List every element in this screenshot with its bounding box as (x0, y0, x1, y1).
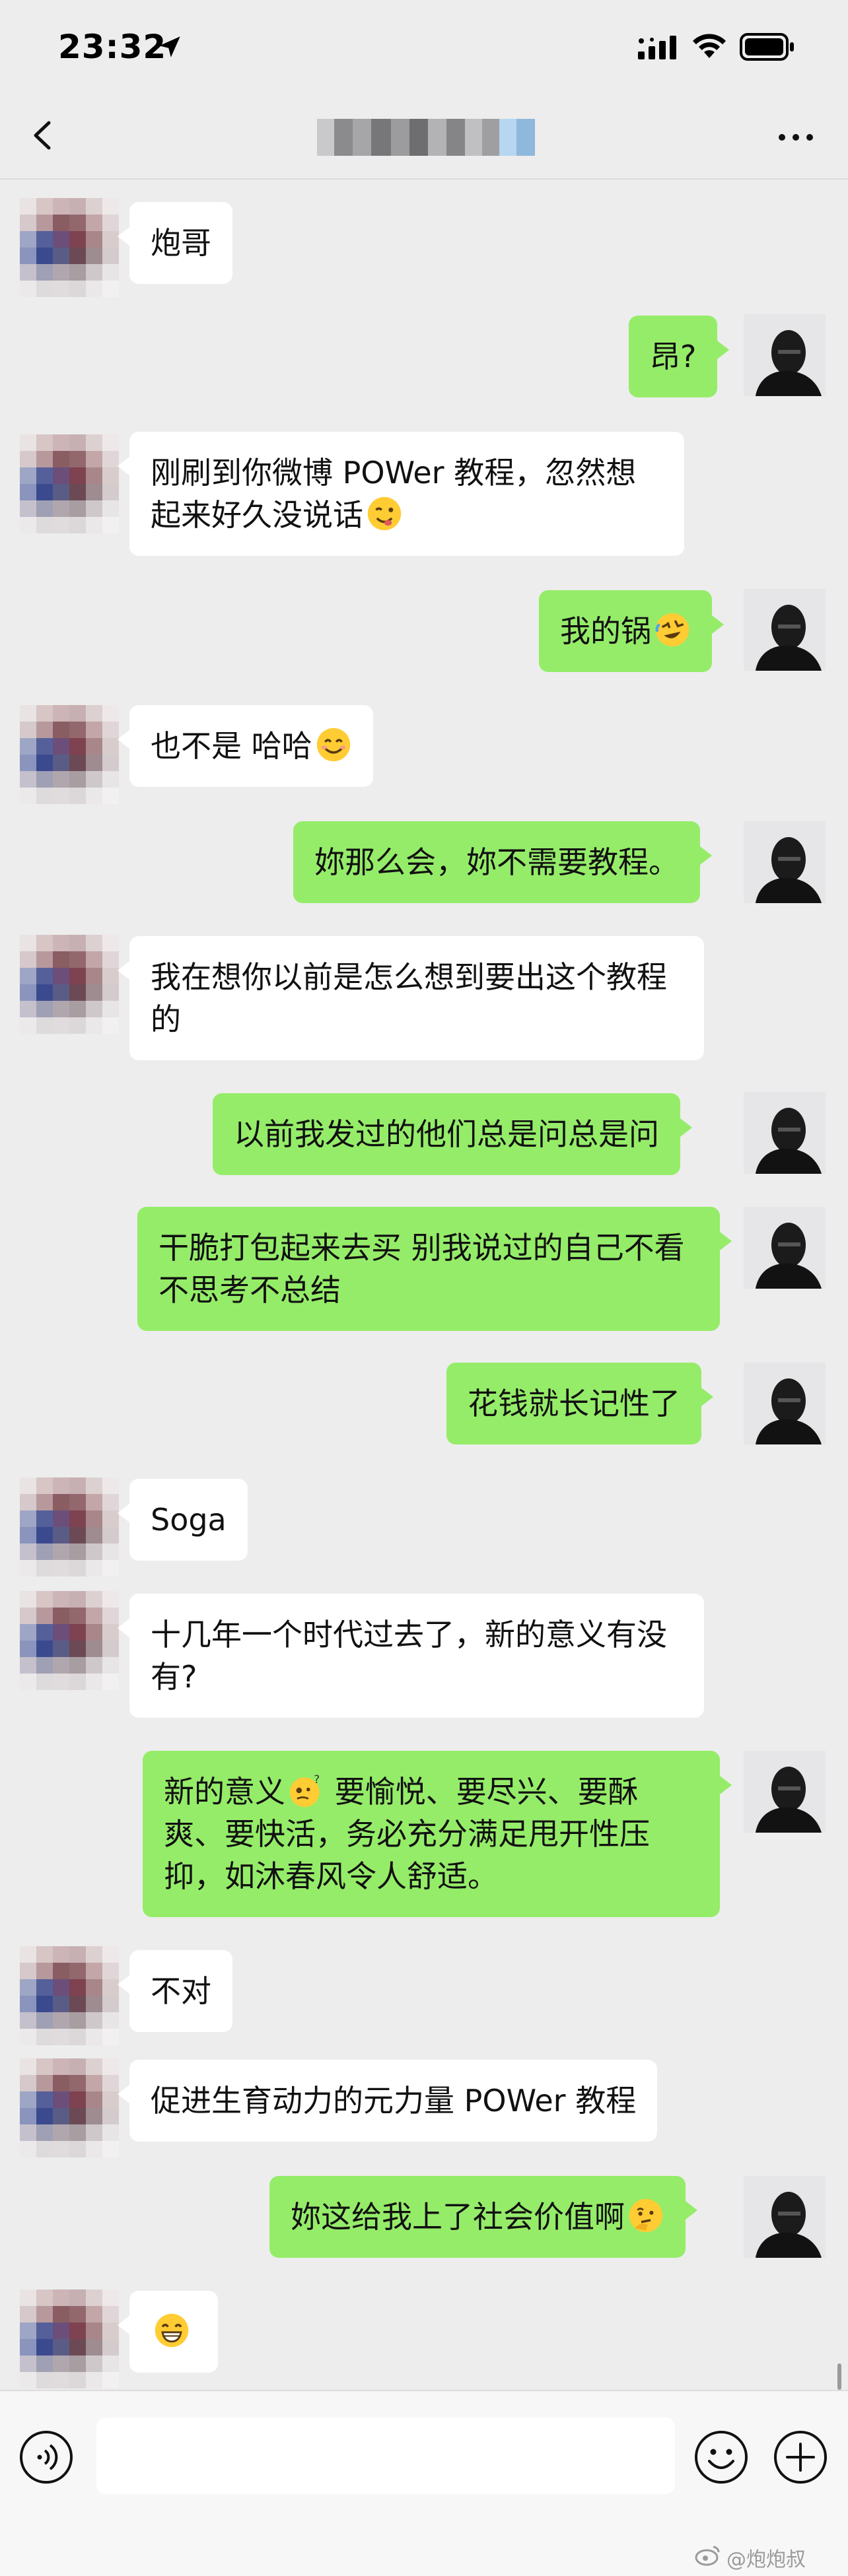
grinning-face-emoji-icon (155, 2313, 189, 2348)
contact-avatar[interactable] (20, 935, 119, 1034)
svg-text:?: ? (314, 1773, 320, 1786)
message-text: 妳那么会，妳不需要教程。 (314, 844, 679, 880)
cellular-signal-icon (638, 36, 676, 59)
status-time: 23:32 (58, 28, 167, 66)
input-bar: @炮炮叔 (0, 2390, 848, 2576)
message-text: Soga (151, 1502, 227, 1538)
weibo-logo-icon (695, 2546, 720, 2566)
my-avatar[interactable] (744, 1751, 826, 1833)
contact-avatar[interactable] (20, 2058, 119, 2157)
message-bubble-outgoing[interactable]: 妳那么会，妳不需要教程。 (293, 821, 712, 903)
chat-header (0, 92, 848, 180)
more-options-icon[interactable] (766, 118, 826, 157)
my-avatar[interactable] (744, 1207, 826, 1289)
message-bubble-outgoing[interactable]: 我的锅 (539, 590, 724, 672)
message-text: 我在想你以前是怎么想到要出这个教程的 (151, 959, 667, 1037)
contact-avatar[interactable] (20, 1477, 119, 1576)
contact-avatar[interactable] (20, 1591, 119, 1690)
message-text: 不对 (151, 1973, 211, 2009)
message-text: 干脆打包起来去买 别我说过的自己不看不思考不总结 (159, 1230, 685, 1308)
message-bubble-incoming[interactable]: 刚刷到你微博 POWer 教程，忽然想起来好久没说话 (118, 432, 684, 556)
winking-face-emoji-icon (367, 496, 402, 531)
message-bubble-outgoing[interactable]: 花钱就长记性了 (446, 1363, 713, 1444)
location-arrow-icon (159, 36, 180, 57)
status-bar: 23:32 (0, 0, 848, 92)
message-text: 昂? (650, 339, 697, 374)
my-avatar[interactable] (744, 1363, 826, 1444)
message-text: 妳这给我上了社会价值啊 (291, 2199, 625, 2235)
my-avatar[interactable] (744, 821, 826, 903)
watermark-text: @炮炮叔 (726, 2548, 806, 2571)
message-bubble-incoming[interactable]: 我在想你以前是怎么想到要出这个教程的 (118, 936, 704, 1060)
message-bubble-outgoing[interactable]: 妳这给我上了社会价值啊 (269, 2176, 697, 2258)
thinking-face-emoji-icon (629, 2198, 663, 2233)
scroll-indicator[interactable] (837, 2363, 841, 2390)
voice-input-icon[interactable] (18, 2429, 74, 2485)
message-bubble-incoming[interactable]: 促进生育动力的元力量 POWer 教程 (117, 2060, 658, 2142)
contact-avatar[interactable] (20, 198, 119, 297)
message-text-prefix: 新的意义 (164, 1774, 285, 1810)
contact-avatar[interactable] (20, 434, 119, 533)
confused-thinking-emoji-icon: ? (289, 1773, 320, 1808)
my-avatar[interactable] (744, 314, 826, 396)
message-text: 花钱就长记性了 (468, 1386, 680, 1421)
message-bubble-incoming[interactable]: 炮哥 (118, 202, 232, 284)
message-input[interactable] (96, 2418, 675, 2494)
message-bubble-incoming[interactable]: Soga (118, 1479, 248, 1561)
message-bubble-outgoing[interactable]: 昂? (629, 316, 730, 397)
message-bubble-incoming[interactable] (118, 2291, 218, 2373)
wifi-icon (693, 34, 726, 58)
my-avatar[interactable] (744, 589, 826, 671)
message-bubble-outgoing[interactable]: 干脆打包起来去买 别我说过的自己不看不思考不总结 (137, 1207, 732, 1331)
message-text: 我的锅 (560, 613, 651, 649)
my-avatar[interactable] (744, 2176, 826, 2258)
message-text: 促进生育动力的元力量 POWer 教程 (151, 2083, 637, 2118)
more-actions-plus-icon[interactable] (773, 2429, 828, 2485)
message-bubble-outgoing[interactable]: 新的意义? 要愉悦、要尽兴、要酥爽、要快活，务必充分满足甩开性压抑，如沐春风令人… (143, 1751, 732, 1917)
message-text: 也不是 哈哈 (151, 728, 312, 764)
battery-icon (740, 33, 794, 61)
message-bubble-outgoing[interactable]: 以前我发过的他们总是问总是问 (213, 1093, 692, 1175)
contact-avatar[interactable] (20, 2289, 119, 2389)
chat-title-pixelated (317, 119, 535, 156)
message-text: 炮哥 (151, 225, 211, 261)
message-bubble-incoming[interactable]: 不对 (118, 1950, 232, 2032)
message-bubble-incoming[interactable]: 也不是 哈哈 (118, 705, 373, 787)
message-bubble-incoming[interactable]: 十几年一个时代过去了，新的意义有没有? (118, 1594, 704, 1718)
contact-avatar[interactable] (20, 705, 119, 804)
message-text: 以前我发过的他们总是问总是问 (234, 1116, 659, 1152)
contact-avatar[interactable] (20, 1946, 119, 2045)
back-icon[interactable] (20, 112, 66, 158)
message-text: 十几年一个时代过去了，新的意义有没有? (151, 1617, 667, 1695)
smiling-face-emoji-icon (316, 728, 350, 762)
my-avatar[interactable] (744, 1092, 826, 1174)
rolling-laughing-emoji-icon (655, 613, 689, 647)
emoji-picker-icon[interactable] (693, 2429, 749, 2485)
